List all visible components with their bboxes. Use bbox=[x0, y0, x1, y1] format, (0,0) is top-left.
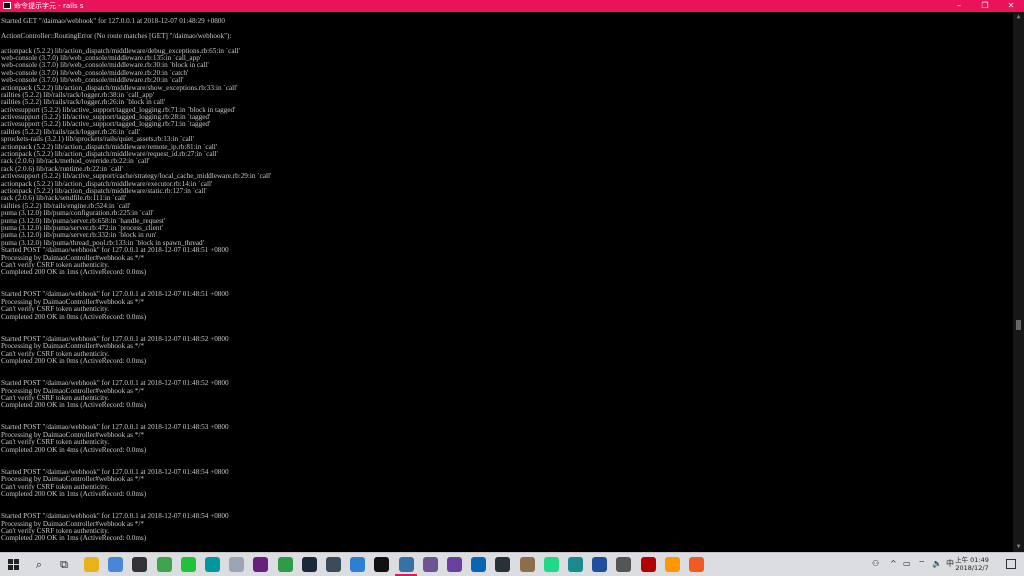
console-line: Completed 200 OK in 0ms (ActiveRecord: 0… bbox=[1, 356, 147, 365]
sublime-icon[interactable] bbox=[665, 557, 680, 572]
scroll-up-arrow-icon[interactable]: ▲ bbox=[1013, 12, 1024, 22]
photos-icon[interactable] bbox=[229, 557, 244, 572]
task-view-icon[interactable]: ⧉ bbox=[55, 556, 73, 574]
close-button[interactable]: ✕ bbox=[998, 0, 1024, 12]
console-line: Completed 200 OK in 1ms (ActiveRecord: 0… bbox=[1, 401, 147, 410]
file-explorer-icon[interactable] bbox=[84, 557, 99, 572]
console-line: Completed 200 OK in 1ms (ActiveRecord: 0… bbox=[1, 268, 147, 277]
app-dark-icon[interactable] bbox=[495, 557, 510, 572]
maximize-button[interactable]: ❐ bbox=[972, 0, 998, 12]
search-icon[interactable]: ⌕ bbox=[30, 556, 48, 574]
vertical-scrollbar[interactable]: ▲ ▼ bbox=[1013, 12, 1024, 552]
console-output-area[interactable]: Started GET "/daimao/webhook" for 127.0.… bbox=[0, 12, 1013, 552]
app-gray-icon[interactable] bbox=[616, 557, 631, 572]
line-icon[interactable] bbox=[181, 557, 196, 572]
start-button[interactable] bbox=[8, 559, 19, 570]
github-icon[interactable] bbox=[423, 557, 438, 572]
cmd-app-icon bbox=[3, 2, 11, 9]
store-icon[interactable] bbox=[108, 557, 123, 572]
app-navy-icon[interactable] bbox=[592, 557, 607, 572]
console-line: Completed 200 OK in 1ms (ActiveRecord: 0… bbox=[1, 490, 147, 498]
network-icon[interactable]: ⌔ bbox=[918, 558, 926, 570]
console-line: Completed 200 OK in 4ms (ActiveRecord: 0… bbox=[1, 445, 147, 454]
clock-date: 2018/12/7 bbox=[955, 564, 989, 572]
pycharm-icon[interactable] bbox=[544, 557, 559, 572]
system-clock[interactable]: 上午 01:49 2018/12/7 bbox=[948, 556, 996, 572]
console-line: Completed 200 OK in 1ms (ActiveRecord: 0… bbox=[1, 534, 147, 543]
show-hidden-icons-icon[interactable]: ^ bbox=[890, 558, 897, 570]
notification-center-icon[interactable] bbox=[1006, 559, 1016, 569]
mail-icon[interactable] bbox=[350, 557, 365, 572]
chrome-icon[interactable] bbox=[157, 557, 172, 572]
scrollbar-thumb[interactable] bbox=[1016, 320, 1021, 330]
git-icon[interactable] bbox=[278, 557, 293, 572]
console-line: Started GET "/daimao/webhook" for 127.0.… bbox=[1, 17, 225, 25]
volume-icon[interactable]: 🔈 bbox=[932, 558, 942, 570]
console-line: ActionController::RoutingError (No route… bbox=[1, 31, 232, 40]
clock-time: 上午 01:49 bbox=[955, 556, 989, 564]
window-titlebar[interactable]: 命令提示字元 - rails s – ❐ ✕ bbox=[0, 0, 1024, 12]
vs-code-icon[interactable] bbox=[447, 557, 462, 572]
window-title: 命令提示字元 - rails s bbox=[14, 2, 84, 10]
taskbar: ⌕ ⧉ ⚇ ^ ▭ ⌔ 🔈 中 上午 01:49 2018/12/7 bbox=[0, 552, 1024, 576]
minimize-button[interactable]: – bbox=[946, 0, 972, 12]
console-text: Started GET "/daimao/webhook" for 127.0.… bbox=[1, 17, 271, 543]
people-icon[interactable]: ⚇ bbox=[872, 558, 879, 570]
app-blue-icon[interactable] bbox=[471, 557, 486, 572]
postman-icon[interactable] bbox=[689, 557, 704, 572]
python-icon[interactable] bbox=[399, 557, 414, 572]
battery-icon[interactable]: ▭ bbox=[903, 558, 911, 570]
gimp-icon[interactable] bbox=[520, 557, 535, 572]
terminal-icon[interactable] bbox=[374, 557, 389, 572]
filezilla-icon[interactable] bbox=[641, 557, 656, 572]
media-icon[interactable] bbox=[132, 557, 147, 572]
scroll-down-arrow-icon[interactable]: ▼ bbox=[1013, 542, 1024, 552]
server-icon[interactable] bbox=[326, 557, 341, 572]
console-line: Completed 200 OK in 0ms (ActiveRecord: 0… bbox=[1, 312, 147, 321]
arduino-icon[interactable] bbox=[205, 557, 220, 572]
app-teal-icon[interactable] bbox=[568, 557, 583, 572]
steam-icon[interactable] bbox=[302, 557, 317, 572]
visual-studio-icon[interactable] bbox=[253, 557, 268, 572]
